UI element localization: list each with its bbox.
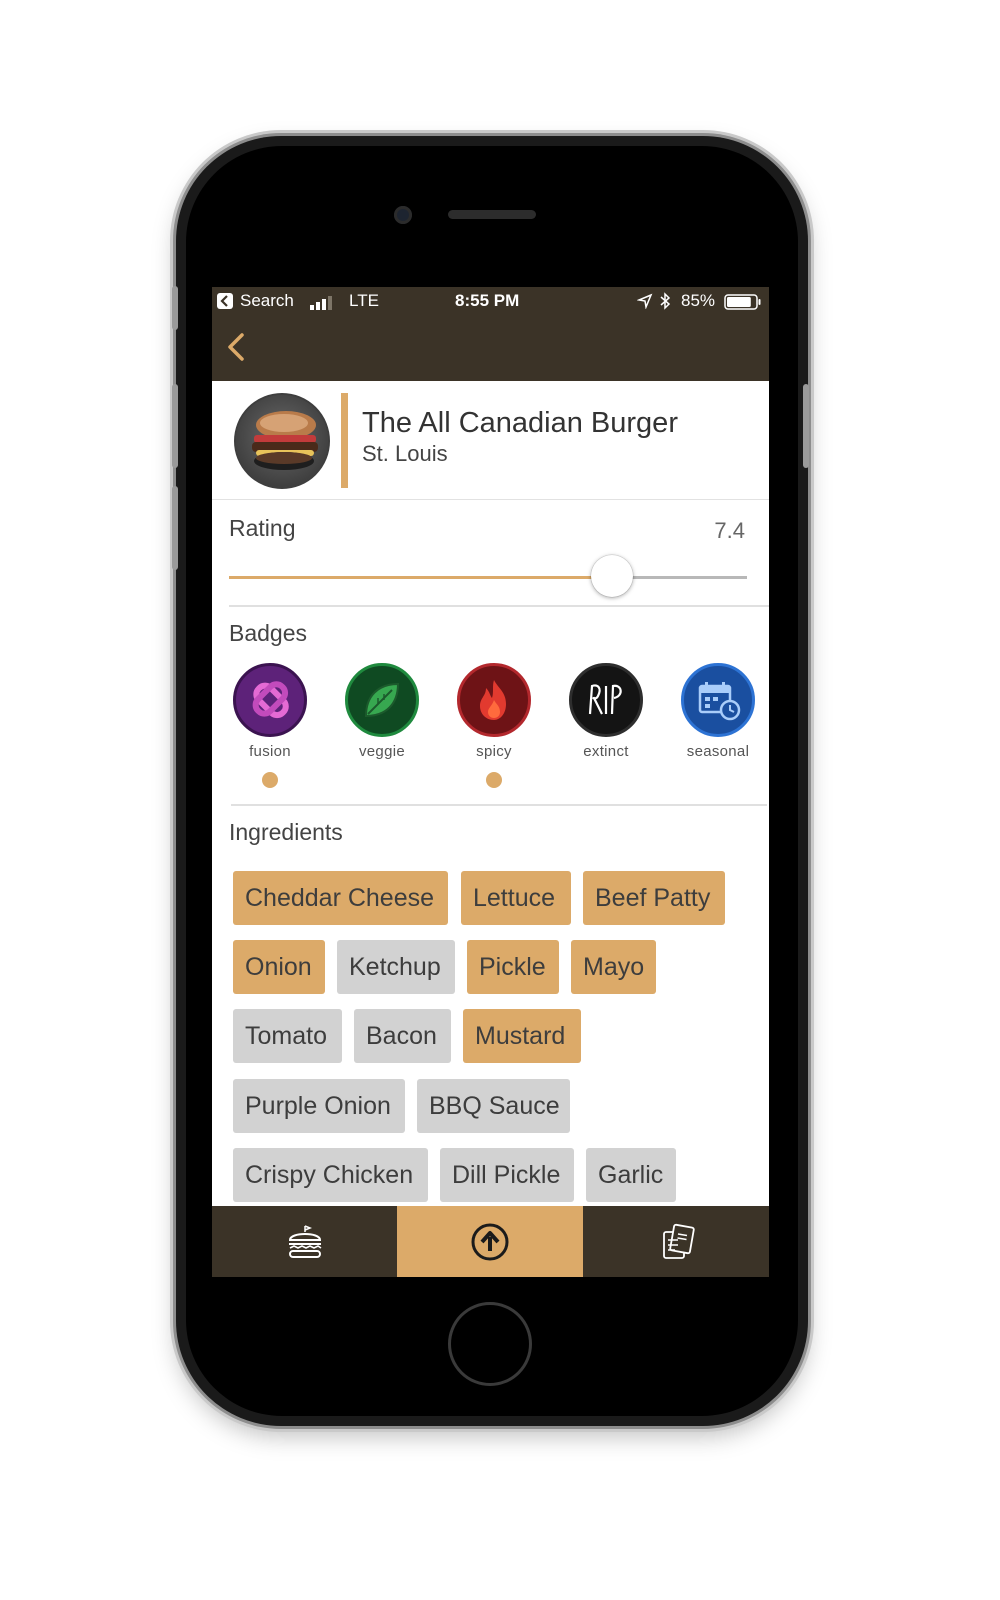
ingredient-chip[interactable]: BBQ Sauce bbox=[417, 1079, 570, 1133]
ingredient-chip[interactable]: Purple Onion bbox=[233, 1079, 405, 1133]
ingredient-chip[interactable]: Crispy Chicken bbox=[233, 1148, 428, 1202]
ingredient-chip[interactable]: Ketchup bbox=[337, 940, 455, 994]
badge-extinct[interactable]: extinct bbox=[566, 663, 646, 760]
ingredient-chip[interactable]: Pickle bbox=[467, 940, 559, 994]
back-to-app-icon[interactable] bbox=[217, 293, 233, 309]
badge-extinct-circle bbox=[569, 663, 643, 737]
volume-up-button bbox=[172, 384, 178, 468]
upload-icon bbox=[471, 1223, 509, 1260]
bluetooth-icon bbox=[659, 292, 671, 315]
header-accent-bar bbox=[341, 393, 348, 488]
badge-spicy[interactable]: spicy bbox=[454, 663, 534, 788]
ingredient-chip[interactable]: Cheddar Cheese bbox=[233, 871, 448, 925]
badge-fusion-circle bbox=[233, 663, 307, 737]
network-label: LTE bbox=[349, 291, 379, 310]
badges-divider bbox=[231, 804, 767, 806]
front-camera bbox=[394, 206, 412, 224]
ingredient-chip[interactable]: Mustard bbox=[463, 1009, 581, 1063]
badge-label: seasonal bbox=[686, 743, 750, 760]
burger-header: The All Canadian Burger St. Louis bbox=[212, 381, 769, 500]
earpiece-speaker bbox=[448, 210, 536, 219]
badge-veggie[interactable]: veggie bbox=[342, 663, 422, 760]
burger-icon bbox=[288, 1224, 322, 1258]
back-button[interactable] bbox=[220, 327, 260, 367]
tab-menu-cards[interactable] bbox=[583, 1206, 769, 1277]
home-button[interactable] bbox=[448, 1302, 532, 1386]
ingredient-chip[interactable]: Dill Pickle bbox=[440, 1148, 574, 1202]
burger-name: The All Canadian Burger bbox=[362, 407, 678, 439]
ingredient-chip[interactable]: Lettuce bbox=[461, 871, 571, 925]
badge-label: fusion bbox=[249, 743, 291, 760]
badge-seasonal-circle bbox=[681, 663, 755, 737]
rating-slider-filled-track[interactable] bbox=[229, 576, 613, 579]
flame-icon bbox=[480, 680, 506, 720]
rating-slider-thumb[interactable] bbox=[591, 555, 634, 597]
badge-seasonal[interactable]: seasonal bbox=[678, 663, 758, 760]
badge-label: veggie bbox=[358, 743, 405, 760]
app-screen: Search LTE 8:55 PM 85% The All Canadian … bbox=[212, 287, 769, 1277]
badge-label: extinct bbox=[583, 743, 629, 760]
status-bar: Search LTE 8:55 PM 85% bbox=[212, 287, 769, 315]
ingredient-chip[interactable]: Mayo bbox=[571, 940, 656, 994]
volume-down-button bbox=[172, 486, 178, 570]
fusion-icon bbox=[252, 681, 289, 719]
rating-divider bbox=[229, 605, 769, 607]
badge-fusion[interactable]: fusion bbox=[230, 663, 310, 788]
rating-value: 7.4 bbox=[714, 518, 745, 543]
power-button bbox=[803, 384, 809, 468]
rip-icon bbox=[588, 684, 622, 715]
chevron-left-icon bbox=[228, 333, 244, 361]
badge-label: spicy bbox=[476, 743, 512, 760]
ingredient-chip[interactable]: Bacon bbox=[354, 1009, 451, 1063]
tab-burgers[interactable] bbox=[212, 1206, 398, 1277]
badges-label: Badges bbox=[229, 620, 308, 646]
menu-card-icon bbox=[663, 1223, 695, 1259]
badge-selected-dot bbox=[486, 772, 502, 788]
ingredient-chip[interactable]: Tomato bbox=[233, 1009, 342, 1063]
tab-upload[interactable] bbox=[397, 1206, 583, 1277]
ingredient-chip[interactable]: Garlic bbox=[586, 1148, 676, 1202]
signal-icon bbox=[310, 295, 336, 315]
clock: 8:55 PM bbox=[455, 291, 520, 310]
badge-spicy-circle bbox=[457, 663, 531, 737]
ingredient-chip[interactable]: Beef Patty bbox=[583, 871, 725, 925]
mute-switch bbox=[172, 286, 178, 330]
rating-label: Rating bbox=[229, 515, 296, 541]
location-icon bbox=[636, 293, 653, 314]
leaf-icon bbox=[364, 682, 400, 718]
badge-veggie-circle bbox=[345, 663, 419, 737]
navigation-bar bbox=[212, 315, 769, 381]
badge-selected-dot bbox=[262, 772, 278, 788]
back-to-app-label[interactable]: Search bbox=[240, 291, 294, 311]
burger-photo[interactable] bbox=[234, 393, 330, 489]
ingredient-chip[interactable]: Onion bbox=[233, 940, 325, 994]
tab-bar bbox=[212, 1206, 769, 1277]
ingredients-label: Ingredients bbox=[229, 819, 343, 845]
battery-percent: 85% bbox=[681, 291, 716, 310]
burger-city: St. Louis bbox=[362, 441, 448, 466]
battery-icon bbox=[724, 294, 762, 315]
calendar-icon bbox=[698, 682, 741, 721]
